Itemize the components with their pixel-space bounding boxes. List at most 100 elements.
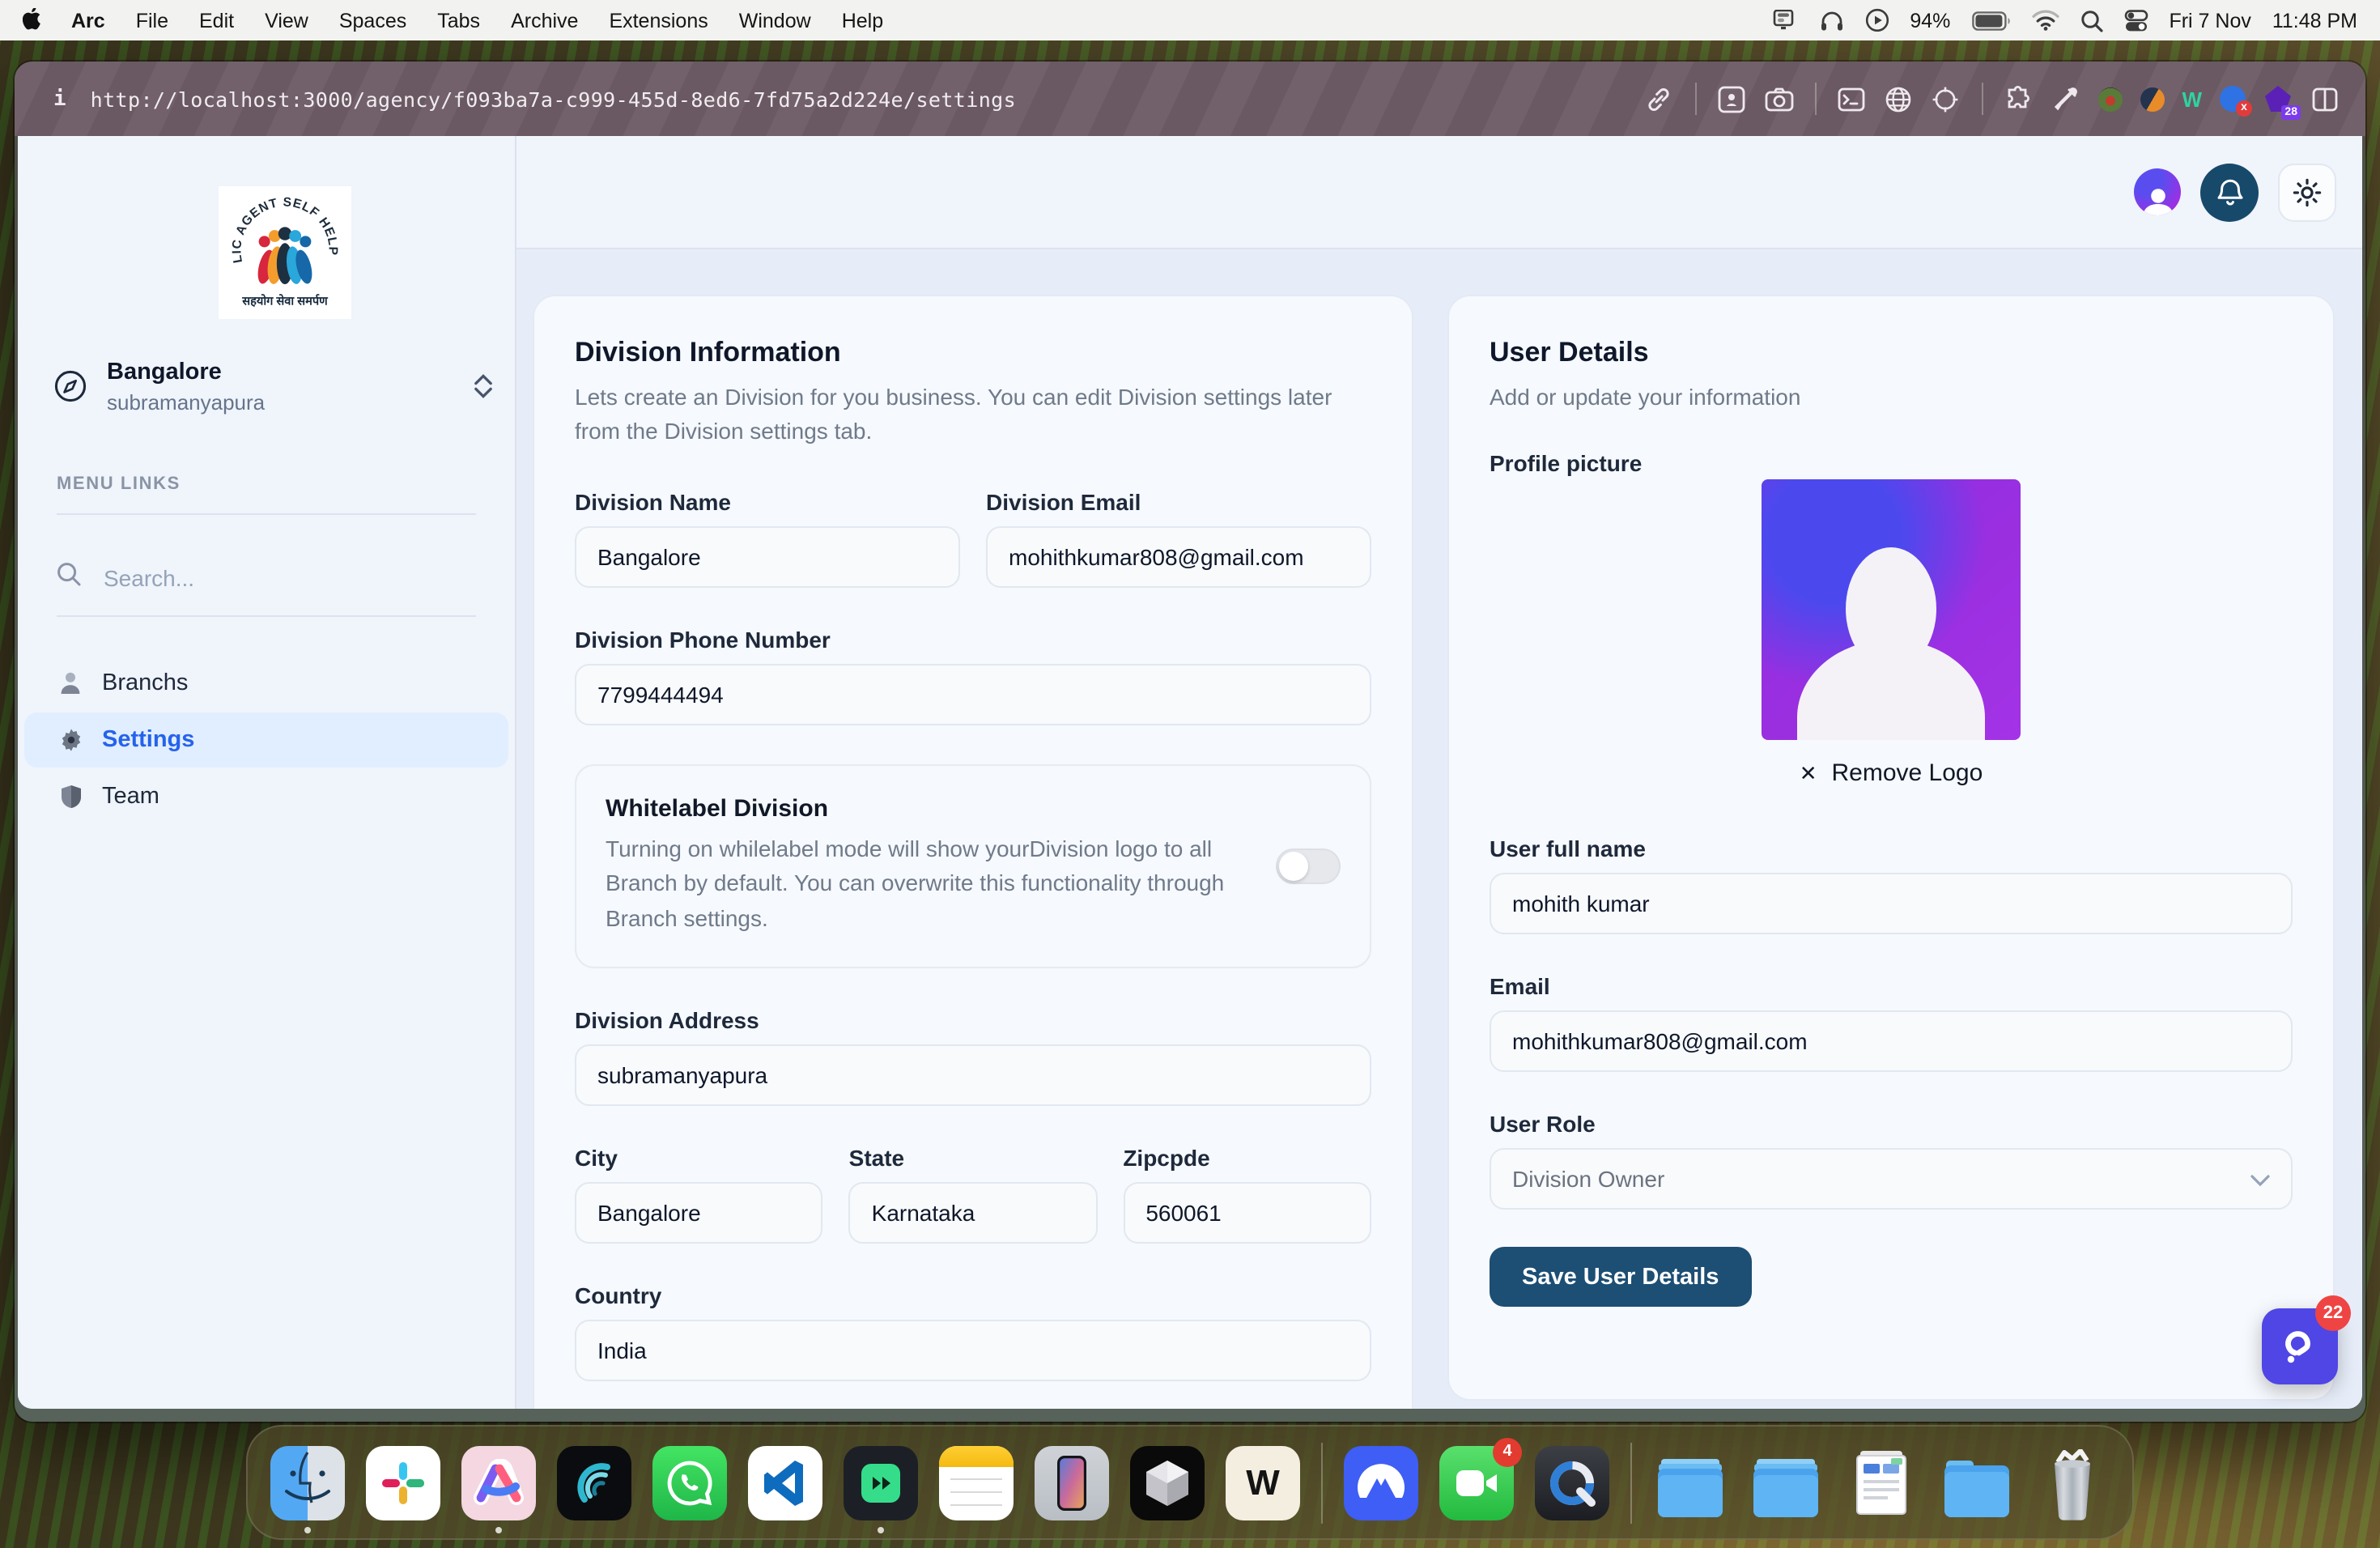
menu-app-name[interactable]: Arc [71, 9, 105, 32]
country-input[interactable] [575, 1319, 1371, 1380]
division-email-input[interactable] [986, 525, 1371, 587]
user-role-select[interactable]: Division Owner [1490, 1149, 2293, 1210]
menu-time[interactable]: 11:48 PM [2272, 9, 2357, 32]
dock-quicktime-icon[interactable] [1535, 1445, 1609, 1520]
apple-menu-icon[interactable] [23, 8, 45, 32]
screen-mirroring-icon[interactable] [1772, 10, 1798, 31]
menu-window[interactable]: Window [739, 9, 811, 32]
org-switcher[interactable]: Bangalore subramanyapura [53, 356, 492, 418]
chevron-down-icon [2250, 1167, 2270, 1193]
menu-tabs[interactable]: Tabs [437, 9, 480, 32]
user-email-label: Email [1490, 974, 2293, 1000]
dock-slack-icon[interactable] [366, 1445, 440, 1520]
user-email-input[interactable] [1490, 1011, 2293, 1073]
help-badge-count: 22 [2315, 1295, 2351, 1331]
extension-purple-badge-icon[interactable]: 28 [2263, 84, 2293, 113]
dock-cube-app-icon[interactable] [1130, 1445, 1205, 1520]
division-phone-input[interactable] [575, 663, 1371, 725]
sidebar-search[interactable] [57, 562, 476, 594]
wifi-icon[interactable] [2031, 10, 2059, 31]
dock-folder-icon[interactable] [1749, 1445, 1823, 1520]
extensions-puzzle-icon[interactable] [2004, 84, 2033, 113]
dock-folder-icon[interactable] [1653, 1445, 1728, 1520]
adblock-icon[interactable]: x [2220, 86, 2246, 112]
chevron-up-down-icon[interactable] [474, 375, 492, 399]
wappalyzer-icon[interactable]: W [2182, 87, 2202, 111]
state-input[interactable] [849, 1181, 1098, 1243]
close-x-icon: ✕ [1800, 761, 1817, 787]
menu-edit[interactable]: Edit [199, 9, 234, 32]
dock-notes-icon[interactable] [939, 1445, 1014, 1520]
sidebar-item-branchs[interactable]: Branchs [24, 656, 508, 711]
media-gallery-icon[interactable] [1717, 84, 1746, 113]
save-user-details-button[interactable]: Save User Details [1490, 1248, 1751, 1308]
battery-icon[interactable] [1971, 11, 2010, 30]
menu-spaces[interactable]: Spaces [339, 9, 406, 32]
dock-screen-studio-icon[interactable] [844, 1445, 918, 1520]
facetime-badge: 4 [1493, 1437, 1522, 1466]
page-info-icon[interactable]: i [53, 87, 66, 111]
city-input[interactable] [575, 1181, 823, 1243]
devtools-console-icon[interactable] [1837, 84, 1866, 113]
copy-link-icon[interactable] [1644, 84, 1673, 113]
eyedropper-icon[interactable] [2051, 84, 2080, 113]
notifications-bell-button[interactable] [2200, 163, 2259, 221]
url-bar[interactable]: http://localhost:3000/agency/f093ba7a-c9… [91, 87, 1016, 111]
menu-date[interactable]: Fri 7 Nov [2169, 9, 2250, 32]
user-name-input[interactable] [1490, 874, 2293, 935]
now-playing-icon[interactable] [1864, 8, 1889, 32]
remove-logo-button[interactable]: ✕ Remove Logo [1800, 760, 1983, 788]
main-area: Division Information Lets create an Divi… [516, 136, 2362, 1409]
dock-whatsapp-icon[interactable] [652, 1445, 727, 1520]
menu-help[interactable]: Help [842, 9, 883, 32]
user-avatar[interactable] [2134, 168, 2181, 215]
sidebar-nav: Branchs Settings Team [18, 654, 515, 826]
org-name: Bangalore [107, 356, 265, 390]
dock-vscode-icon[interactable] [748, 1445, 822, 1520]
dock-documents-stack-icon[interactable] [1844, 1445, 1919, 1520]
search-input[interactable] [100, 563, 359, 593]
division-name-input[interactable] [575, 525, 960, 587]
menu-archive[interactable]: Archive [511, 9, 578, 32]
app-sidebar: LIC AGENT SELF HELP GROUP सहयोग सेवा समर… [18, 136, 516, 1409]
dock-finder-icon[interactable] [270, 1445, 345, 1520]
dock-wispr-flow-icon[interactable]: W [1226, 1445, 1300, 1520]
division-email-label: Division Email [986, 488, 1371, 514]
headphones-icon[interactable] [1819, 9, 1843, 32]
element-picker-icon[interactable] [1931, 84, 1960, 113]
dock-wave-app-icon[interactable] [557, 1445, 631, 1520]
toggle-knob [1279, 851, 1308, 880]
sidebar-item-settings[interactable]: Settings [24, 712, 508, 768]
org-logo: LIC AGENT SELF HELP GROUP सहयोग सेवा समर… [219, 186, 351, 319]
whitelabel-toggle[interactable] [1276, 848, 1341, 883]
menu-extensions[interactable]: Extensions [609, 9, 708, 32]
split-view-icon[interactable] [2310, 84, 2340, 113]
dock-facetime-icon[interactable]: 4 [1439, 1445, 1514, 1520]
screenshot-camera-icon[interactable] [1764, 84, 1793, 113]
whitelabel-description: Turning on whilelabel mode will show you… [606, 831, 1273, 937]
dock-nordvpn-icon[interactable] [1344, 1445, 1418, 1520]
division-address-input[interactable] [575, 1044, 1371, 1105]
extension-icon-green[interactable] [2097, 87, 2122, 111]
logo-hindi-text: सहयोग सेवा समर्पण [241, 293, 329, 308]
extension-icon-orange[interactable] [2140, 87, 2164, 111]
dock-iphone-mirroring-icon[interactable] [1035, 1445, 1109, 1520]
user-details-subtitle: Add or update your information [1490, 381, 2293, 415]
running-indicator [304, 1526, 311, 1533]
globe-icon[interactable] [1884, 84, 1913, 113]
city-label: City [575, 1144, 823, 1170]
dock-arc-icon[interactable] [461, 1445, 536, 1520]
menu-file[interactable]: File [136, 9, 168, 32]
menu-view[interactable]: View [265, 9, 308, 32]
sidebar-item-label: Branchs [102, 670, 188, 696]
help-fab-button[interactable]: 22 [2262, 1308, 2338, 1384]
sidebar-item-team[interactable]: Team [24, 769, 508, 824]
dock-folder-icon[interactable] [1940, 1445, 2014, 1520]
dock-trash-icon[interactable] [2035, 1445, 2110, 1520]
theme-toggle-button[interactable] [2278, 163, 2336, 221]
spotlight-icon[interactable] [2080, 9, 2102, 32]
profile-picture[interactable] [1762, 480, 2021, 741]
division-subtitle: Lets create an Division for you business… [575, 381, 1371, 449]
zipcode-input[interactable] [1123, 1181, 1371, 1243]
control-center-icon[interactable] [2123, 9, 2148, 32]
